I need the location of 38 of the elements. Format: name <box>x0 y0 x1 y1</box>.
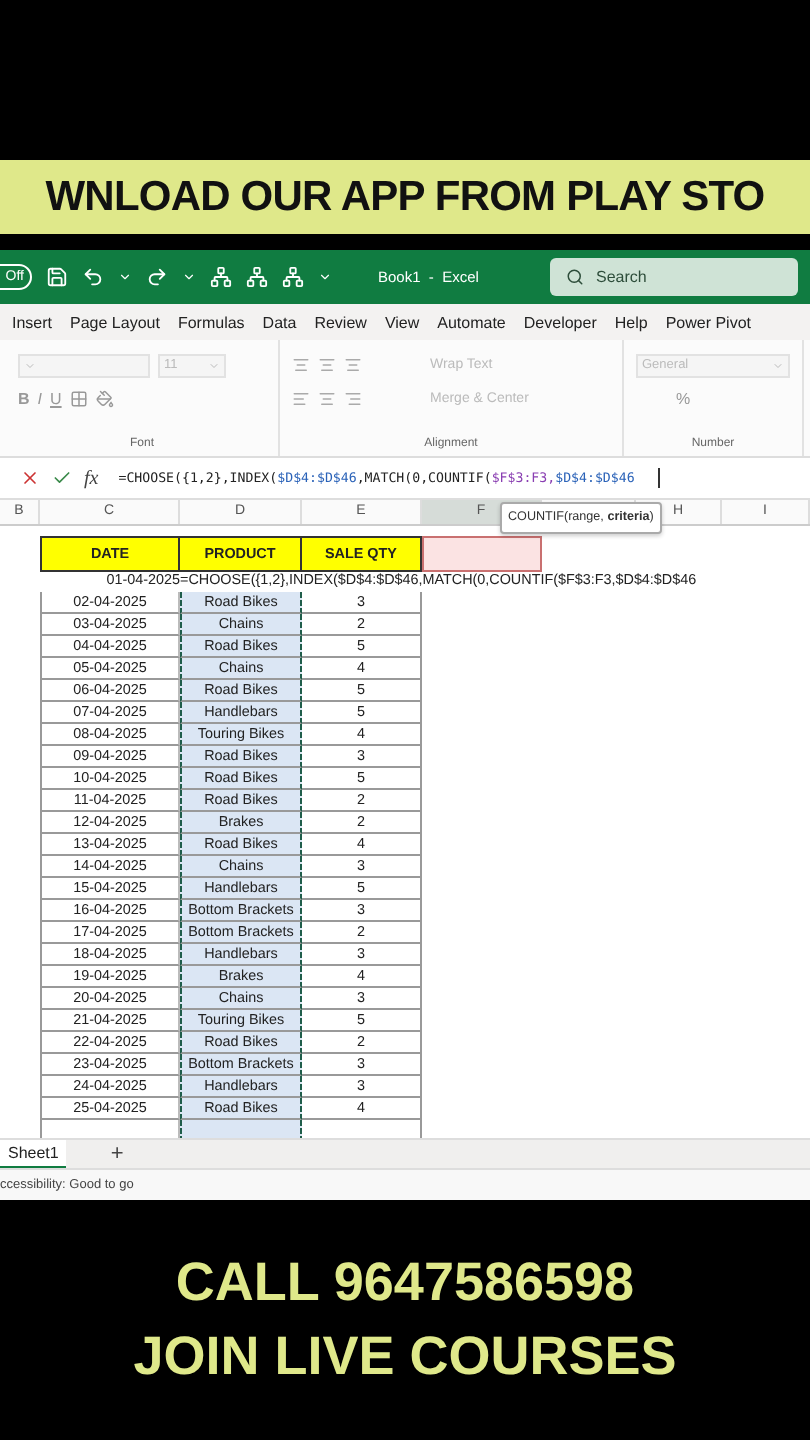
search-icon <box>566 268 584 286</box>
close-icon[interactable] <box>20 468 40 488</box>
ribbon-tab[interactable]: Review <box>314 313 367 331</box>
search-field[interactable]: Search <box>550 258 798 296</box>
hierarchy-icon[interactable] <box>246 266 268 288</box>
text-cursor-icon <box>658 468 661 488</box>
hierarchy-icon[interactable] <box>210 266 232 288</box>
save-icon[interactable] <box>46 266 68 288</box>
banner-text: WNLOAD OUR APP FROM PLAY STO <box>45 173 765 221</box>
fill-color-icon[interactable] <box>95 390 114 408</box>
check-icon[interactable] <box>52 468 72 488</box>
promo-text: JOIN LIVE COURSES <box>133 1326 677 1388</box>
chevron-icon <box>208 359 220 371</box>
redo-icon[interactable] <box>146 266 168 288</box>
insert-function-button[interactable]: fx <box>84 467 99 489</box>
ribbon-tab[interactable]: Page Layout <box>70 313 160 331</box>
add-sheet-button[interactable]: + <box>110 1142 124 1166</box>
font-name-field[interactable] <box>18 353 150 377</box>
ribbon-tab[interactable]: Automate <box>437 313 506 331</box>
chevron-icon[interactable] <box>182 270 196 284</box>
chevron-icon <box>772 359 784 371</box>
ribbon-tab[interactable]: Insert <box>12 313 53 331</box>
chevron-icon <box>24 359 36 371</box>
borders-icon[interactable] <box>69 390 88 408</box>
ribbon-tab[interactable]: Formulas <box>177 313 245 331</box>
selected-cell <box>422 536 542 572</box>
table-cell <box>180 1120 302 1138</box>
hierarchy-icon[interactable] <box>282 266 304 288</box>
ribbon-tab[interactable]: Developer <box>523 313 597 331</box>
ribbon-tab[interactable]: View <box>384 313 420 331</box>
undo-icon[interactable] <box>82 266 104 288</box>
chevron-icon[interactable] <box>118 270 132 284</box>
chevron-icon[interactable] <box>318 270 332 284</box>
ribbon-tab[interactable]: Help <box>614 313 648 331</box>
sheet-tab[interactable]: Sheet1 <box>0 1139 67 1169</box>
ribbon-tab[interactable]: Power Pivot <box>665 313 751 331</box>
ribbon-tab[interactable]: Data <box>262 313 297 331</box>
promo-text: CALL 9647586598 <box>175 1252 635 1314</box>
